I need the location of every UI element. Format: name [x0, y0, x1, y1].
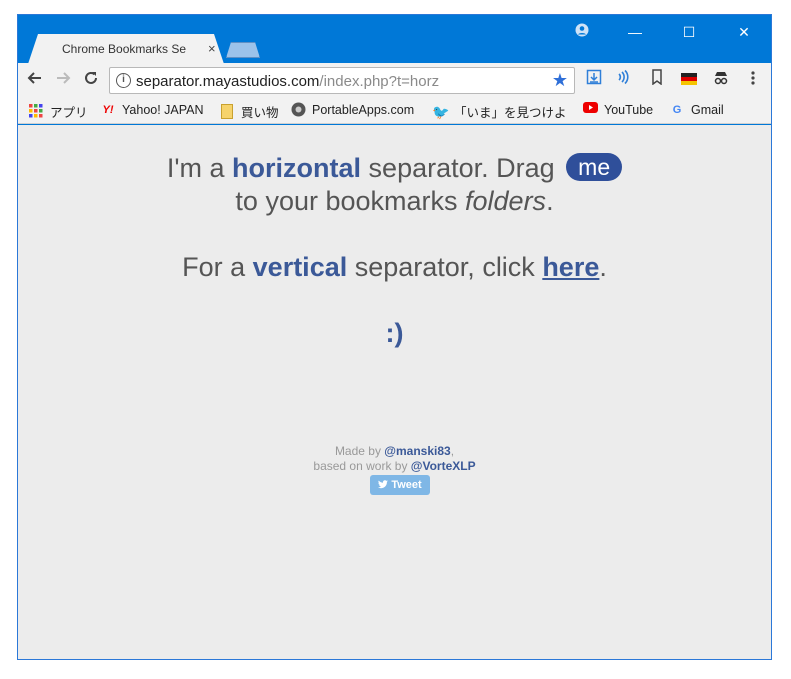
reload-icon [85, 71, 97, 84]
made-by-credit: Made by @manski83, [334, 444, 455, 458]
tab-title: Chrome Bookmarks Se [62, 42, 187, 56]
bookmark-gmail[interactable]: G Gmail [669, 102, 724, 118]
twitter-bird-icon [378, 480, 389, 489]
page-content: I'm a horizontal separator. Drag me to y… [18, 125, 771, 659]
horizontal-emphasis: horizontal [232, 153, 362, 183]
browser-window: Chrome Bookmarks Se × — ☐ ✕ i separator.… [17, 14, 772, 660]
headline-line-2: to your bookmarks folders. [235, 186, 554, 216]
title-bar: Chrome Bookmarks Se × — ☐ ✕ [18, 15, 771, 64]
headline-line-1: I'm a horizontal separator. Drag me [18, 152, 771, 184]
apps-grid-icon [28, 103, 44, 120]
tab-close-icon[interactable]: × [208, 41, 216, 56]
folder-icon [219, 103, 235, 120]
draggable-me-link[interactable]: me [566, 153, 623, 181]
bookmark-apps[interactable]: アプリ [28, 102, 88, 121]
info-icon[interactable]: i [116, 73, 131, 88]
new-tab-button[interactable] [226, 42, 260, 58]
bookmark-star-icon[interactable]: ★ [552, 70, 568, 91]
broadcast-extension-icon[interactable] [612, 69, 634, 91]
bookmark-folder-shopping[interactable]: 買い物 [219, 102, 279, 121]
bookmark-twitter[interactable]: 🐦 「いま」を見つけよ [432, 102, 567, 121]
google-icon: G [672, 104, 682, 116]
twitter-icon: 🐦 [432, 103, 450, 120]
portableapps-icon [290, 102, 306, 118]
browser-tab[interactable]: Chrome Bookmarks Se × [28, 34, 224, 64]
profile-icon[interactable] [571, 21, 593, 43]
back-button[interactable] [24, 69, 46, 91]
toolbar: i separator.mayastudios.com/index.php?t=… [18, 63, 771, 97]
address-bar[interactable]: i separator.mayastudios.com/index.php?t=… [109, 67, 575, 94]
flag-extension-icon[interactable] [678, 69, 700, 91]
reload-button[interactable] [80, 69, 102, 91]
forward-button[interactable] [52, 69, 74, 91]
back-arrow-icon [27, 72, 41, 84]
bookmark-youtube[interactable]: YouTube [582, 102, 653, 118]
bookmark-extension-icon[interactable] [646, 69, 668, 91]
here-link[interactable]: here [542, 252, 599, 282]
bookmark-portableapps[interactable]: PortableApps.com [290, 102, 414, 118]
manski-link[interactable]: @manski83 [384, 444, 450, 458]
vertical-emphasis: vertical [252, 252, 348, 282]
forward-arrow-icon [57, 72, 71, 84]
menu-dots-icon[interactable] [742, 69, 764, 91]
close-window-button[interactable]: ✕ [733, 21, 755, 43]
based-on-credit: based on work by @VorteXLP [313, 459, 476, 473]
minimize-button[interactable]: — [624, 21, 646, 43]
url-text[interactable]: separator.mayastudios.com/index.php?t=ho… [136, 73, 439, 90]
maximize-button[interactable]: ☐ [678, 21, 700, 43]
tweet-button[interactable]: Tweet [370, 475, 430, 495]
smiley-text: :) [385, 318, 404, 348]
download-extension-icon[interactable] [583, 69, 605, 91]
bookmark-yahoo[interactable]: Y! Yahoo! JAPAN [100, 102, 204, 118]
bookmarks-bar: アプリ Y! Yahoo! JAPAN 買い物 PortableApps.com… [18, 97, 771, 124]
yahoo-icon: Y! [102, 104, 114, 116]
vertical-separator-line: For a vertical separator, click here. [182, 252, 607, 282]
incognito-extension-icon[interactable] [710, 69, 732, 91]
youtube-icon [582, 102, 598, 118]
vortexlp-link[interactable]: @VorteXLP [411, 459, 476, 473]
